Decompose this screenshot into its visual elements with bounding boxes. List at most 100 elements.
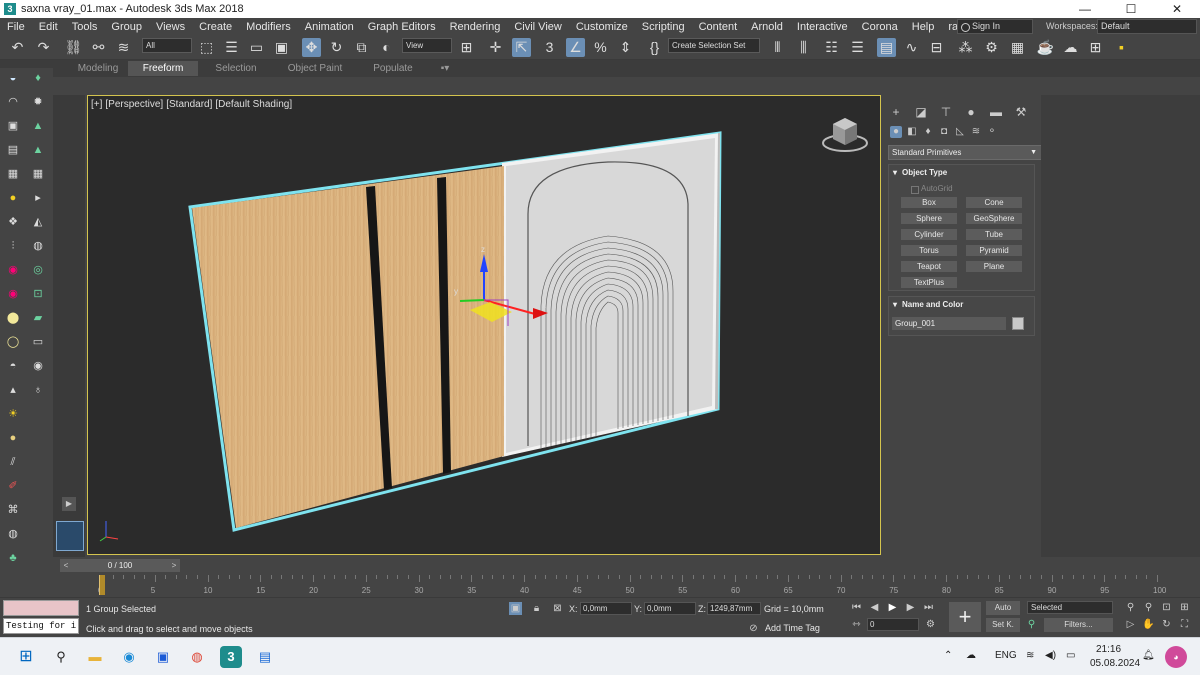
menu-create[interactable]: Create (192, 21, 239, 33)
viewcube[interactable] (822, 118, 868, 152)
align-icon[interactable]: ⫼ (794, 38, 813, 57)
torus-button[interactable]: Torus (901, 245, 957, 256)
cylinder-button[interactable]: Cylinder (901, 229, 957, 240)
sliders-icon[interactable]: ⫶ (5, 238, 21, 254)
z-coordinate-field[interactable]: 1249,87mm (707, 602, 761, 615)
snaps-toggle-icon[interactable]: 3 (540, 38, 559, 57)
zoom-all-icon[interactable]: ⚲ (1142, 601, 1155, 614)
menu-customize[interactable]: Customize (569, 21, 635, 33)
orbit-icon[interactable]: ↻ (1160, 618, 1173, 631)
tab-object-paint[interactable]: Object Paint (274, 61, 356, 76)
group-icon[interactable]: ❖ (5, 214, 21, 230)
menu-file[interactable]: File (0, 21, 32, 33)
menu-edit[interactable]: Edit (32, 21, 65, 33)
select-rotate-icon[interactable]: ↻ (327, 38, 346, 57)
eye-icon[interactable]: ◉ (30, 358, 46, 374)
zoom-icon[interactable]: ⚲ (1124, 601, 1137, 614)
selection-filter-select[interactable]: All (142, 38, 192, 53)
list-icon[interactable]: ▤ (5, 142, 21, 158)
plant-icon[interactable]: ♣ (5, 550, 21, 566)
perspective-viewport[interactable]: [+] [Perspective] [Standard] [Default Shadi… (87, 95, 881, 555)
redo-icon[interactable]: ↷ (34, 38, 53, 57)
disc-icon[interactable]: ● (5, 430, 21, 446)
set-key-plus-icon[interactable]: + (949, 602, 981, 632)
geometry-icon[interactable]: ● (890, 126, 902, 138)
pan-icon[interactable]: ✋ (1142, 618, 1155, 631)
maximize-viewport-icon[interactable]: ⛶ (1178, 618, 1191, 631)
scene-icon[interactable]: ▲ (30, 118, 46, 134)
workspace-select[interactable]: Default (1097, 19, 1197, 34)
box-icon[interactable]: ⊡ (30, 286, 46, 302)
geosphere-button[interactable]: GeoSphere (966, 213, 1022, 224)
nav-icon[interactable]: ◭ (30, 214, 46, 230)
frame-display[interactable]: 0 / 100 (72, 559, 168, 572)
key-filters-icon[interactable]: ⚲ (1025, 618, 1038, 631)
chevron-up-icon[interactable]: ⌃ (944, 650, 952, 661)
globe-icon[interactable]: ◍ (5, 526, 21, 542)
brush-icon[interactable]: ✐ (5, 478, 21, 494)
cone-icon[interactable]: ⬤ (5, 310, 21, 326)
x-coordinate-field[interactable]: 0,0mm (580, 602, 632, 615)
percent-snap-icon[interactable]: % (591, 38, 610, 57)
display-tab-icon[interactable]: ▬ (988, 104, 1004, 120)
render-gallery-icon[interactable]: ⊞ (1086, 38, 1105, 57)
menu-civil-view[interactable]: Civil View (507, 21, 568, 33)
scene-canvas[interactable]: z x y (88, 96, 881, 555)
frame-icon[interactable]: ▭ (30, 334, 46, 350)
pyramid-button[interactable]: Pyramid (966, 245, 1022, 256)
modify-tab-icon[interactable]: ◪ (913, 104, 929, 120)
a360-icon[interactable]: ▪ (1112, 38, 1131, 57)
hierarchy-tab-icon[interactable]: ⊤ (938, 104, 954, 120)
grid-icon[interactable]: ▦ (30, 166, 46, 182)
file-explorer-icon[interactable]: ▬ (84, 646, 106, 668)
minimize-button[interactable]: — (1062, 2, 1108, 16)
motion-tab-icon[interactable]: ● (963, 104, 979, 120)
autogrid-checkbox[interactable]: AutoGrid (911, 184, 953, 194)
camera-icon[interactable]: ◉ (5, 262, 21, 278)
window-crossing-icon[interactable]: ▣ (272, 38, 291, 57)
menu-content[interactable]: Content (692, 21, 745, 33)
scene-explorer-icon[interactable]: ☷ (822, 38, 841, 57)
current-frame-field[interactable]: 0 (867, 618, 919, 631)
expand-icon[interactable]: ▶ (62, 497, 76, 511)
menu-graph-editors[interactable]: Graph Editors (361, 21, 443, 33)
language-indicator[interactable]: ENG (995, 650, 1017, 661)
select-scale-icon[interactable]: ⧉ (352, 38, 371, 57)
clock-date[interactable]: 05.08.2024 (1090, 658, 1140, 669)
light-icon[interactable]: ● (5, 190, 21, 206)
close-button[interactable]: ✕ (1154, 2, 1200, 16)
cameras-icon[interactable]: ◘ (938, 126, 950, 138)
ribbon-toggle-icon[interactable]: ▤ (877, 38, 896, 57)
object-color-swatch[interactable] (1012, 317, 1024, 330)
primitive-category-select[interactable]: Standard Primitives ▼ (888, 145, 1042, 160)
bind-space-warp-icon[interactable]: ≋ (114, 38, 133, 57)
tube-button[interactable]: Tube (966, 229, 1022, 240)
menu-interactive[interactable]: Interactive (790, 21, 855, 33)
car-icon[interactable]: ▰ (30, 310, 46, 326)
helpers-icon[interactable]: ◺ (954, 126, 966, 138)
ribbon-options-icon[interactable]: ▪▾ (434, 61, 456, 76)
shapes-icon[interactable]: ◧ (906, 126, 918, 138)
chrome-icon[interactable]: ◍ (186, 646, 208, 668)
edge-icon[interactable]: ◉ (118, 646, 140, 668)
maximize-button[interactable]: ☐ (1108, 2, 1154, 16)
cloth-icon[interactable]: ⌘ (5, 502, 21, 518)
lock-selection-icon[interactable]: 🔒︎ (530, 602, 543, 615)
render-production-icon[interactable]: ☕ (1036, 38, 1055, 57)
notepad-icon[interactable]: ▤ (254, 646, 276, 668)
track-bar[interactable]: 0510152025303540455055606570758085909510… (60, 575, 1200, 595)
rect-region-icon[interactable]: ▭ (247, 38, 266, 57)
tab-freeform[interactable]: Freeform (128, 61, 198, 76)
flame-icon[interactable]: ▴ (5, 382, 21, 398)
store-icon[interactable]: ▣ (152, 646, 174, 668)
select-by-name-icon[interactable]: ☰ (222, 38, 241, 57)
undo-icon[interactable]: ↶ (8, 38, 27, 57)
schematic-view-icon[interactable]: ⊟ (927, 38, 946, 57)
lightbulb-icon[interactable]: ♁ (30, 382, 46, 398)
select-manipulate-icon[interactable]: ✛ (486, 38, 505, 57)
menu-scripting[interactable]: Scripting (635, 21, 692, 33)
link-icon[interactable]: ⛓ (64, 38, 83, 57)
pivot-center-icon[interactable]: ⊞ (457, 38, 476, 57)
maxscript-output[interactable] (3, 600, 79, 616)
play-icon[interactable]: ▶ (886, 601, 899, 614)
